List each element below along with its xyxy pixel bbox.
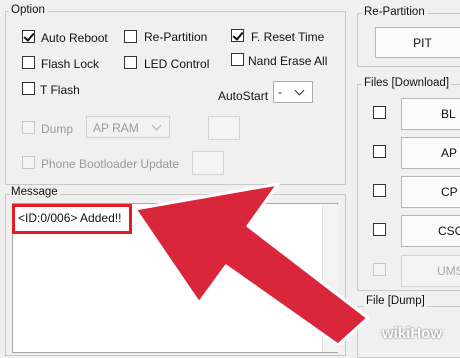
wikihow-watermark: wikiHow	[382, 325, 443, 342]
red-arrow-icon	[133, 182, 370, 345]
